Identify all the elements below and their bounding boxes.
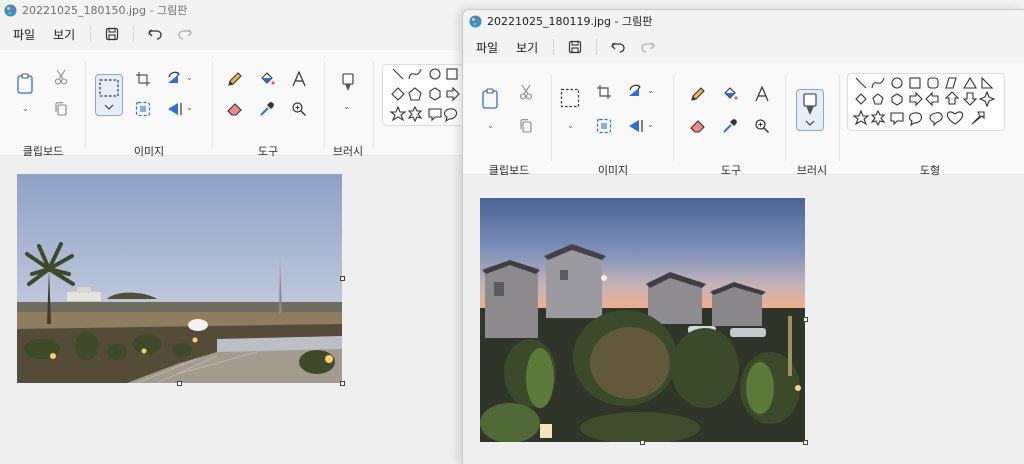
divider [85, 62, 86, 148]
brush-icon[interactable] [335, 70, 361, 96]
group-clipboard: ⌄ 클립보드 [8, 58, 78, 158]
divider [596, 39, 598, 55]
brush-button[interactable] [796, 89, 824, 131]
pencil-icon[interactable] [222, 66, 248, 92]
text-icon[interactable] [286, 66, 312, 92]
menu-bar: 파일 보기 [0, 20, 470, 48]
cut-icon[interactable] [513, 79, 539, 105]
group-brush: ⌄ 브러시 [327, 58, 369, 158]
window-title: 20221025_180119.jpg - 그림판 [487, 15, 653, 28]
crop-icon[interactable] [591, 79, 617, 105]
divider [785, 75, 786, 161]
paint-app-icon [4, 4, 17, 17]
color-picker-icon[interactable] [717, 113, 743, 139]
ribbon: ⌄ 클립보드 ⌄ ⌄ 이미지 도구 ⌄ 브러시 [0, 50, 470, 158]
divider [133, 26, 135, 42]
divider [324, 62, 325, 148]
chevron-down-icon[interactable]: ⌄ [186, 73, 193, 82]
undo-icon[interactable] [603, 34, 633, 60]
group-shapes: 도형 [845, 71, 1015, 177]
magnifier-icon[interactable] [749, 113, 775, 139]
paint-app-icon [469, 15, 482, 28]
divider [839, 75, 840, 161]
group-tools: 도구 [216, 58, 320, 158]
chevron-down-icon[interactable]: ⌄ [22, 104, 29, 113]
selection-icon[interactable] [557, 85, 583, 111]
photo-village-dusk [480, 198, 805, 442]
magnifier-icon[interactable] [286, 96, 312, 122]
shapes-gallery[interactable] [847, 73, 1005, 131]
resize-handle[interactable] [640, 440, 645, 445]
ribbon: ⌄ 클립보드 ⌄ ⌄ ⌄ 이미지 도구 브러시 도형 [463, 63, 1024, 177]
canvas-area[interactable] [0, 157, 470, 464]
redo-icon[interactable] [633, 34, 663, 60]
chevron-down-icon[interactable]: ⌄ [487, 121, 494, 130]
save-icon[interactable] [560, 34, 590, 60]
eraser-icon[interactable] [685, 113, 711, 139]
resize-icon[interactable] [130, 96, 156, 122]
fill-bucket-icon[interactable] [254, 66, 280, 92]
rotate-icon[interactable] [623, 79, 649, 105]
title-bar: 20221025_180119.jpg - 그림판 [463, 10, 1024, 32]
group-image: ⌄ ⌄ 이미지 [90, 58, 208, 158]
paste-icon[interactable] [477, 85, 503, 111]
menu-view[interactable]: 보기 [44, 26, 84, 43]
shapes-gallery[interactable] [382, 64, 470, 126]
menu-bar: 파일 보기 [463, 32, 1024, 62]
cut-icon[interactable] [48, 64, 74, 90]
copy-icon[interactable] [48, 96, 74, 122]
paint-window-back[interactable]: 20221025_180150.jpg - 그림판 파일 보기 ⌄ 클립보드 ⌄… [0, 0, 470, 464]
pencil-icon[interactable] [685, 81, 711, 107]
divider [553, 39, 555, 55]
shapes-grid [852, 76, 996, 127]
group-clipboard: ⌄ 클립보드 [473, 71, 545, 177]
group-image: ⌄ ⌄ ⌄ 이미지 [555, 71, 671, 177]
window-title: 20221025_180150.jpg - 그림판 [22, 4, 188, 17]
chevron-down-icon[interactable]: ⌄ [647, 86, 654, 95]
paint-window-front[interactable]: 20221025_180119.jpg - 그림판 파일 보기 ⌄ 클립보드 ⌄… [462, 9, 1024, 464]
copy-icon[interactable] [513, 113, 539, 139]
canvas-image[interactable] [17, 174, 342, 383]
rotate-icon[interactable] [162, 66, 188, 92]
canvas-area[interactable] [463, 176, 1024, 464]
resize-handle[interactable] [340, 381, 345, 386]
chevron-down-icon[interactable]: ⌄ [567, 121, 574, 130]
resize-icon[interactable] [591, 113, 617, 139]
eraser-icon[interactable] [222, 96, 248, 122]
undo-icon[interactable] [140, 21, 170, 47]
resize-handle[interactable] [803, 317, 808, 322]
divider [212, 62, 213, 148]
flip-icon[interactable] [623, 113, 649, 139]
resize-handle[interactable] [803, 440, 808, 445]
divider [90, 26, 92, 42]
color-picker-icon[interactable] [254, 96, 280, 122]
menu-file[interactable]: 파일 [4, 26, 44, 43]
select-button[interactable] [95, 74, 123, 116]
group-tools: 도구 [679, 71, 783, 177]
chevron-down-icon[interactable]: ⌄ [343, 102, 350, 111]
resize-handle[interactable] [177, 381, 182, 386]
chevron-down-icon[interactable]: ⌄ [647, 120, 654, 129]
divider [673, 75, 674, 161]
resize-handle[interactable] [340, 276, 345, 281]
save-icon[interactable] [97, 21, 127, 47]
menu-view[interactable]: 보기 [507, 39, 547, 56]
crop-icon[interactable] [130, 66, 156, 92]
divider [373, 62, 374, 148]
group-brush: 브러시 [789, 71, 835, 177]
redo-icon[interactable] [170, 21, 200, 47]
photo-coastal-sunset [17, 174, 342, 383]
chevron-down-icon[interactable]: ⌄ [186, 103, 193, 112]
menu-file[interactable]: 파일 [467, 39, 507, 56]
flip-icon[interactable] [162, 96, 188, 122]
paste-icon[interactable] [12, 70, 38, 96]
shapes-grid [389, 68, 460, 123]
fill-bucket-icon[interactable] [717, 81, 743, 107]
canvas-image[interactable] [480, 198, 805, 442]
text-icon[interactable] [749, 81, 775, 107]
title-bar: 20221025_180150.jpg - 그림판 [0, 0, 470, 20]
divider [551, 75, 552, 161]
